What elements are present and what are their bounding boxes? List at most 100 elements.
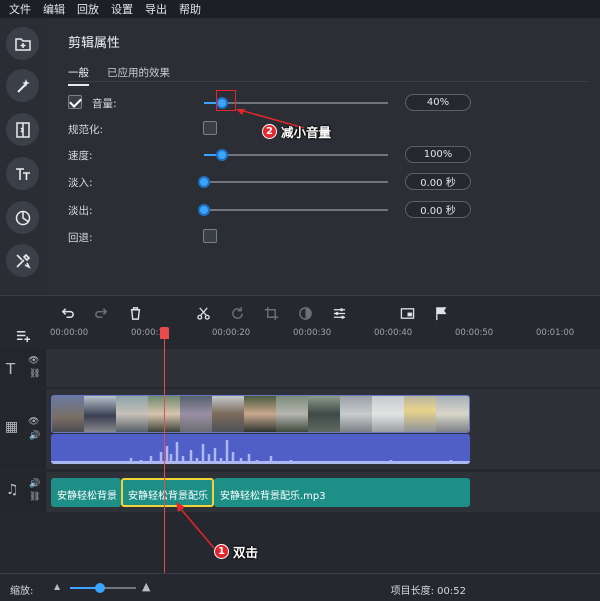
speed-label: 速度:: [68, 150, 93, 162]
fade-in-row: 淡入: 0.00 秒: [46, 172, 600, 192]
menu-export[interactable]: 导出: [145, 1, 167, 17]
music-clip[interactable]: 安静轻松背景: [51, 478, 121, 507]
music-track-header: ♫ 🔊 ⛓: [0, 472, 46, 512]
pip-button[interactable]: [398, 304, 416, 322]
tab-applied-effects[interactable]: 已应用的效果: [107, 65, 170, 86]
menu-edit[interactable]: 编辑: [43, 1, 65, 17]
rotate-icon: [231, 306, 243, 319]
music-note-icon: ♫: [6, 482, 19, 498]
zoom-slider-handle[interactable]: [94, 583, 105, 593]
menu-help[interactable]: 帮助: [179, 1, 201, 17]
delete-button[interactable]: [126, 304, 144, 322]
zoom-slider[interactable]: [70, 583, 136, 593]
video-thumbnail: [180, 396, 212, 432]
speed-slider[interactable]: [204, 149, 388, 161]
menu-playback[interactable]: 回放: [77, 1, 99, 17]
speaker-icon[interactable]: 🔊: [29, 479, 40, 489]
fade-in-slider[interactable]: [198, 176, 388, 188]
zoom-in-icon[interactable]: ▲: [142, 580, 150, 593]
color-adjust-button[interactable]: [296, 304, 314, 322]
annotation-step-2: 2 减小音量: [262, 122, 331, 141]
volume-value-field[interactable]: 40%: [405, 94, 471, 111]
video-thumbnail: [84, 396, 116, 432]
clip-properties-button[interactable]: [330, 304, 348, 322]
fade-in-value-field[interactable]: 0.00 秒: [405, 173, 471, 190]
effects-button[interactable]: [6, 69, 39, 102]
sticker-icon: [15, 210, 30, 225]
menu-file[interactable]: 文件: [9, 1, 31, 17]
normalize-checkbox[interactable]: [203, 121, 217, 135]
add-track-button[interactable]: [14, 326, 32, 344]
stickers-button[interactable]: [6, 201, 39, 234]
video-thumbnail: [372, 396, 404, 432]
music-clip[interactable]: 安静轻松背景配乐.mp3: [214, 478, 470, 507]
undo-button[interactable]: [58, 304, 76, 322]
volume-checkbox[interactable]: [68, 95, 82, 109]
flag-icon: [435, 306, 446, 320]
playhead[interactable]: [164, 329, 165, 573]
annotation-arrow-1: [176, 502, 215, 549]
rotate-button[interactable]: [228, 304, 246, 322]
title-track-header: T 👁 ⛓: [0, 349, 46, 387]
color-adjust-icon: [298, 306, 312, 320]
fade-out-slider[interactable]: [198, 204, 388, 216]
text-icon: [15, 167, 30, 180]
zoom-label: 缩放:: [10, 586, 34, 597]
titles-button[interactable]: [6, 157, 39, 190]
speed-value-field[interactable]: 100%: [405, 146, 471, 163]
annotation-number-1: 1: [214, 544, 229, 559]
redo-button[interactable]: [92, 304, 110, 322]
eye-icon[interactable]: 👁: [28, 417, 39, 427]
video-thumbnail: [308, 396, 340, 432]
video-track-header: ▦ 👁 🔊: [0, 389, 46, 469]
video-thumbnail: [404, 396, 436, 432]
split-button[interactable]: [194, 304, 212, 322]
duration-label: 项目长度:: [390, 586, 434, 597]
video-thumbnail: [212, 396, 244, 432]
normalize-label: 规范化:: [68, 124, 104, 136]
link-icon[interactable]: ⛓: [29, 369, 40, 379]
volume-label: 音量:: [92, 98, 117, 110]
crop-button[interactable]: [262, 304, 280, 322]
reverse-checkbox[interactable]: [203, 229, 217, 243]
ruler-tick: 00:00:20: [212, 328, 251, 338]
music-clip-name: 安静轻松背景: [57, 491, 117, 502]
tools-icon: [15, 253, 31, 269]
video-audio-waveform[interactable]: [51, 434, 470, 464]
fade-out-row: 淡出: 0.00 秒: [46, 200, 600, 220]
annotation-number-2: 2: [262, 124, 277, 139]
speed-slider-handle[interactable]: [216, 149, 229, 161]
speaker-icon[interactable]: 🔊: [29, 431, 40, 441]
video-thumbnail: [436, 396, 469, 432]
ruler-tick: 00:00:40: [374, 328, 413, 338]
marker-button[interactable]: [432, 304, 450, 322]
text-track-icon: T: [6, 360, 16, 378]
video-clip[interactable]: [51, 395, 470, 433]
link-icon[interactable]: ⛓: [29, 492, 40, 502]
menu-settings[interactable]: 设置: [111, 1, 133, 17]
transitions-button[interactable]: [6, 113, 39, 146]
undo-icon: [61, 307, 74, 318]
menu-bar: 文件 编辑 回放 设置 导出 帮助: [0, 0, 600, 18]
speed-row: 速度: 100%: [46, 145, 600, 165]
more-tools-button[interactable]: [6, 244, 39, 277]
tab-general[interactable]: 一般: [68, 65, 89, 86]
fade-out-slider-handle[interactable]: [198, 204, 210, 216]
fade-in-label: 淡入:: [68, 177, 93, 189]
picture-in-picture-icon: [400, 307, 414, 319]
transition-icon: [15, 121, 30, 138]
fade-in-slider-handle[interactable]: [198, 176, 210, 188]
zoom-out-icon[interactable]: ▲: [54, 582, 60, 591]
video-thumbnail: [244, 396, 276, 432]
eye-icon[interactable]: 👁: [28, 356, 39, 366]
import-media-button[interactable]: [6, 27, 39, 60]
fade-out-value-field[interactable]: 0.00 秒: [405, 201, 471, 218]
title-track-body[interactable]: [46, 349, 600, 387]
film-icon: ▦: [5, 419, 19, 435]
duration-value: 00:52: [437, 586, 466, 597]
trash-icon: [130, 306, 140, 320]
sliders-icon: [333, 307, 345, 319]
project-duration: 项目长度: 00:52: [391, 582, 466, 597]
timeline-ruler[interactable]: 00:00:00 00:00:10 00:00:20 00:00:30 00:0…: [46, 328, 600, 347]
add-track-icon: [16, 330, 30, 342]
